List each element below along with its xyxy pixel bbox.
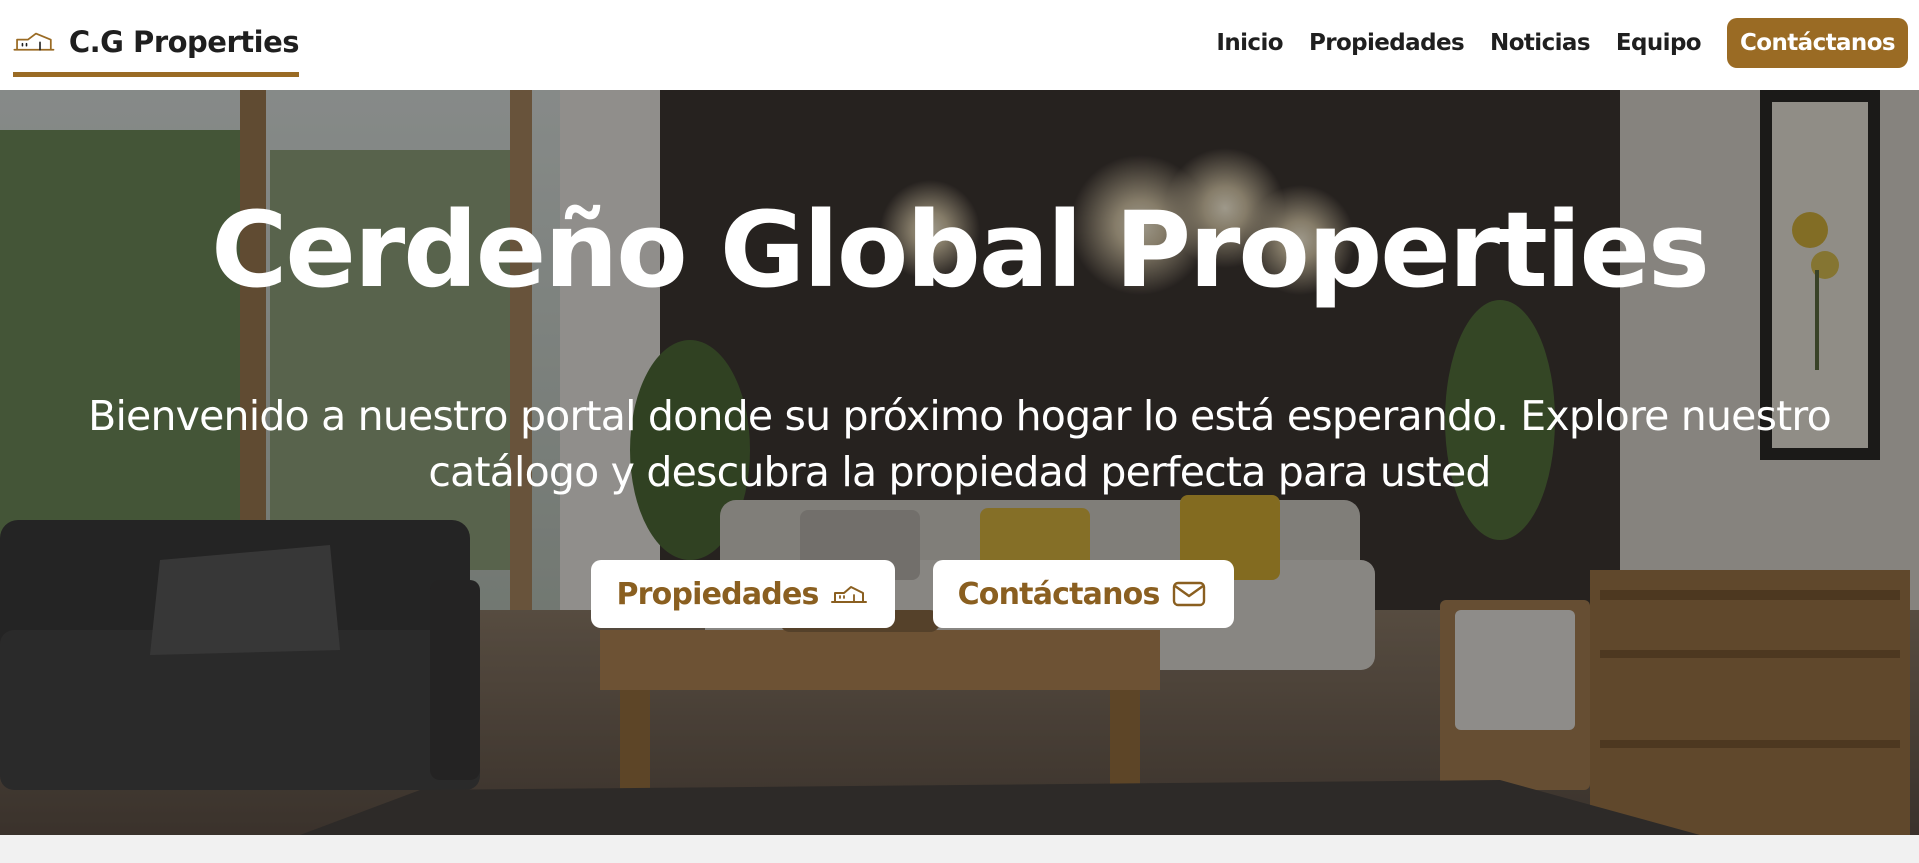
house-outline-icon <box>830 586 867 603</box>
contact-button[interactable]: Contáctanos <box>932 560 1234 628</box>
hero-subtitle: Bienvenido a nuestro portal donde su pró… <box>88 392 1832 496</box>
page-section-divider <box>0 835 1919 863</box>
main-nav: Inicio Propiedades Noticias Equipo Contá… <box>1216 18 1908 68</box>
brand-name: C.G Properties <box>68 25 300 59</box>
site-header: C.G Properties Inicio Propiedades Notici… <box>0 0 1919 90</box>
nav-link-propiedades[interactable]: Propiedades <box>1309 30 1465 56</box>
nav-link-noticias[interactable]: Noticias <box>1490 30 1590 56</box>
hero-title: Cerdeño Global Properties <box>211 189 1710 311</box>
hero-section: Cerdeño Global Properties Bienvenido a n… <box>0 90 1919 835</box>
properties-button[interactable]: Propiedades <box>591 560 895 628</box>
brand-home-link[interactable]: C.G Properties <box>13 24 300 77</box>
properties-button-label: Propiedades <box>616 576 819 612</box>
hero-actions: Propiedades Contáctanos <box>0 560 1919 628</box>
contact-cta-button[interactable]: Contáctanos <box>1727 18 1908 68</box>
nav-link-equipo[interactable]: Equipo <box>1616 30 1702 56</box>
nav-link-inicio[interactable]: Inicio <box>1216 30 1283 56</box>
contact-button-label: Contáctanos <box>957 576 1161 612</box>
house-outline-icon <box>13 32 55 51</box>
envelope-icon <box>1172 581 1205 607</box>
